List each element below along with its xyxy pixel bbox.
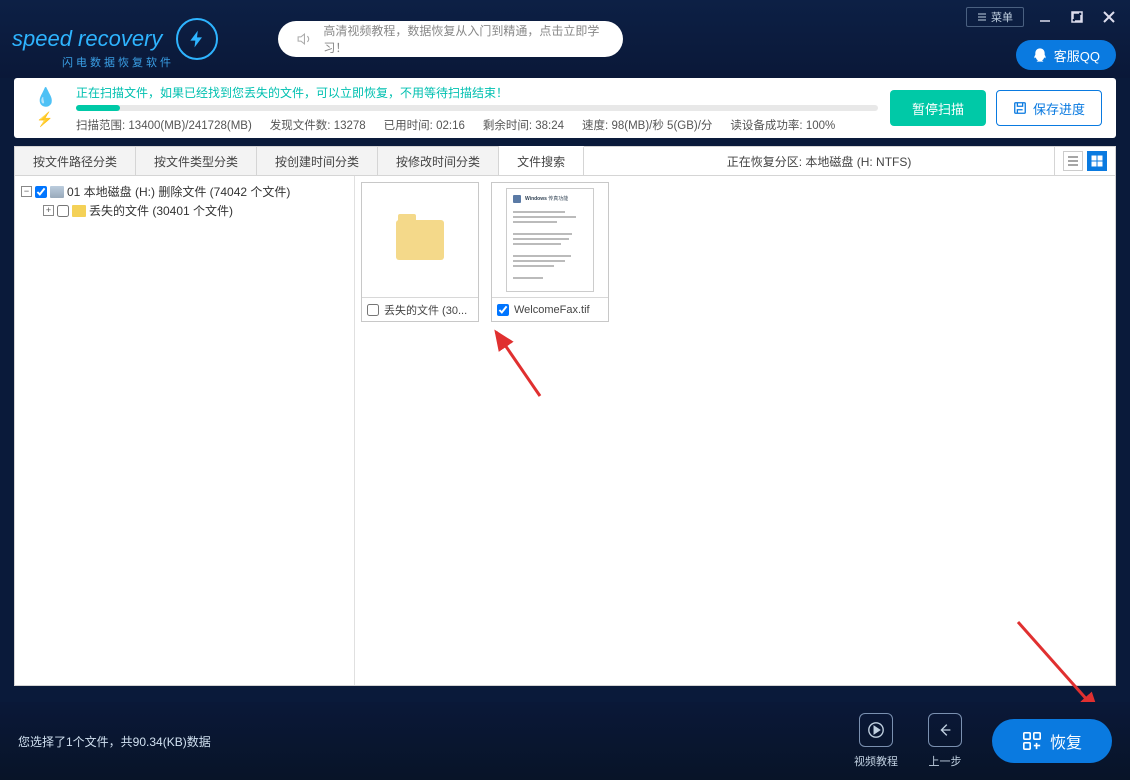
hamburger-icon [977,12,987,22]
scan-message: 正在扫描文件，如果已经找到您丢失的文件，可以立即恢复，不用等待扫描结束！ [76,84,878,101]
category-tabs: 按文件路径分类 按文件类型分类 按创建时间分类 按修改时间分类 文件搜索 正在恢… [14,146,1116,176]
main-panel: − 01 本地磁盘 (H:) 删除文件 (74042 个文件) + 丢失的文件 … [14,176,1116,686]
scan-progress-fill [76,105,120,111]
scan-icon: 💧⚡ [28,87,64,129]
qq-icon [1032,47,1048,63]
speaker-icon [296,30,313,48]
tutorial-text: 高清视频教程，数据恢复从入门到精通，点击立即学习！ [323,22,605,56]
tab-file-search[interactable]: 文件搜索 [499,146,584,175]
tree-root[interactable]: − 01 本地磁盘 (H:) 删除文件 (74042 个文件) [21,182,348,201]
file-item-folder[interactable]: 丢失的文件 (30... [361,182,479,322]
close-button[interactable] [1098,6,1120,28]
tab-by-type[interactable]: 按文件类型分类 [136,147,257,175]
save-progress-button[interactable]: 保存进度 [996,90,1102,126]
grid-view-button[interactable] [1087,151,1107,171]
list-view-button[interactable] [1063,151,1083,171]
selection-info: 您选择了1个文件，共90.34(KB)数据 [18,733,211,750]
document-thumb: Windows 传真功能 [506,188,594,292]
play-icon [867,721,885,739]
file-checkbox[interactable] [367,304,379,316]
window-controls: 菜单 [966,6,1120,28]
save-icon [1013,101,1027,115]
tab-by-path[interactable]: 按文件路径分类 [15,147,136,175]
scan-status-panel: 💧⚡ 正在扫描文件，如果已经找到您丢失的文件，可以立即恢复，不用等待扫描结束！ … [14,78,1116,138]
partition-info: 正在恢复分区: 本地磁盘 (H: NTFS) [584,147,1054,175]
file-item-tif[interactable]: Windows 传真功能 [491,182,609,322]
minimize-button[interactable] [1034,6,1056,28]
tab-by-created[interactable]: 按创建时间分类 [257,147,378,175]
app-name-cn: 闪电数据恢复软件 [62,54,174,70]
customer-service-button[interactable]: 客服QQ [1016,40,1116,70]
collapse-icon[interactable]: − [21,186,32,197]
view-toggle [1054,147,1115,175]
scan-stats: 扫描范围: 13400(MB)/241728(MB) 发现文件数: 13278 … [76,117,878,133]
scan-progress-bar [76,105,878,111]
menu-button[interactable]: 菜单 [966,7,1024,27]
tree-checkbox[interactable] [35,186,47,198]
drive-icon [50,186,64,198]
tab-by-modified[interactable]: 按修改时间分类 [378,147,499,175]
file-name: 丢失的文件 (30... [384,302,467,318]
back-button[interactable]: 上一步 [928,713,962,769]
folder-icon [396,220,444,260]
file-tree[interactable]: − 01 本地磁盘 (H:) 删除文件 (74042 个文件) + 丢失的文件 … [15,176,355,685]
recover-button[interactable]: 恢复 [992,719,1112,763]
video-tutorial-button[interactable]: 视频教程 [854,713,898,769]
tree-checkbox[interactable] [57,205,69,217]
tutorial-banner[interactable]: 高清视频教程，数据恢复从入门到精通，点击立即学习！ [278,21,623,57]
file-name: WelcomeFax.tif [514,304,590,316]
pause-scan-button[interactable]: 暂停扫描 [890,90,986,126]
file-checkbox[interactable] [497,304,509,316]
maximize-button[interactable] [1066,6,1088,28]
app-name-en: speed recovery [12,26,162,52]
bolt-icon [176,18,218,60]
recover-icon [1022,731,1042,751]
title-bar: speed recovery 闪电数据恢复软件 高清视频教程，数据恢复从入门到精… [0,0,1130,78]
bottom-bar: 您选择了1个文件，共90.34(KB)数据 视频教程 上一步 恢复 [0,702,1130,780]
folder-icon [72,205,86,217]
back-icon [936,721,954,739]
file-grid: 丢失的文件 (30... Windows 传真功能 [355,176,1115,685]
tree-child[interactable]: + 丢失的文件 (30401 个文件) [43,201,348,220]
expand-icon[interactable]: + [43,205,54,216]
